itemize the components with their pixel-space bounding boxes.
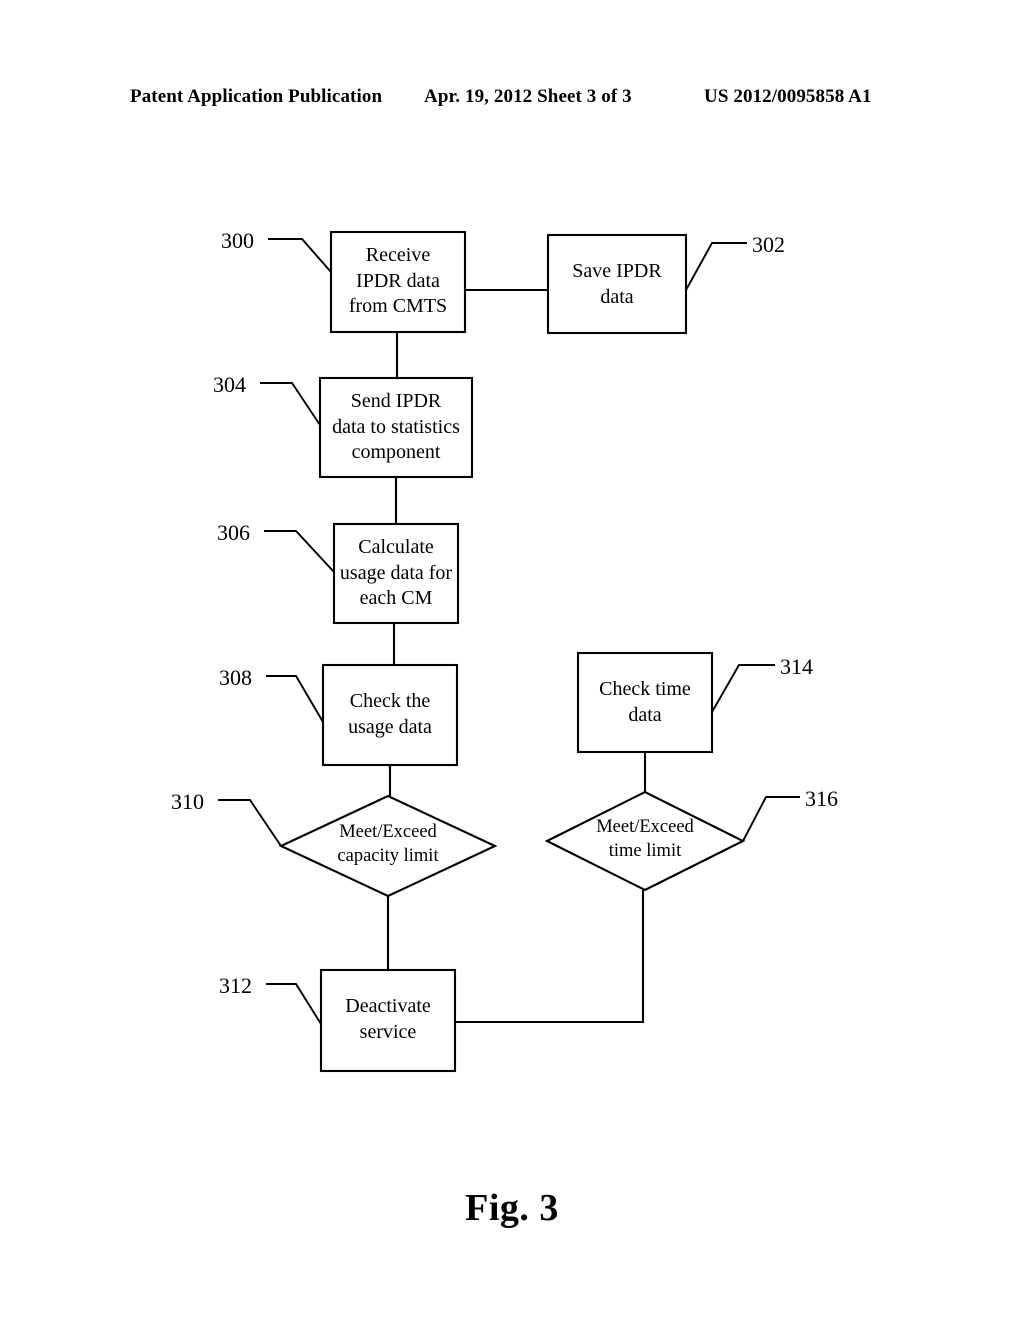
process-box-308: [321, 663, 459, 767]
process-box-302: [546, 233, 688, 335]
figure-caption: Fig. 3: [465, 1187, 559, 1229]
leader-line-312: [266, 983, 322, 1025]
process-box-300: [329, 230, 467, 334]
decision-diamond-310: [278, 794, 498, 898]
reference-numeral-312: 312: [219, 973, 252, 998]
leader-line-304: [260, 382, 321, 426]
leader-line-310: [218, 799, 282, 847]
reference-numeral-310: 310: [171, 789, 204, 814]
reference-numeral-306: 306: [217, 520, 250, 545]
leader-line-306: [264, 530, 335, 573]
leader-line-308: [266, 675, 324, 723]
reference-numeral-300: 300: [221, 228, 254, 253]
reference-numeral-308: 308: [219, 665, 252, 690]
connector-312-to-316: [455, 890, 645, 1024]
decision-diamond-316: [544, 790, 746, 892]
leader-line-300: [268, 238, 332, 273]
leader-line-316: [742, 796, 800, 842]
flowchart-drawing: [218, 230, 800, 1073]
reference-numeral-314: 314: [780, 654, 813, 679]
reference-numeral-304: 304: [213, 372, 246, 397]
process-box-306: [332, 522, 460, 625]
process-box-312: [319, 968, 457, 1073]
leader-line-302: [685, 242, 747, 291]
reference-numeral-302: 302: [752, 232, 785, 257]
leader-line-314: [711, 664, 775, 713]
reference-numeral-316: 316: [805, 786, 838, 811]
process-box-304: [318, 376, 474, 479]
process-box-314: [576, 651, 714, 754]
patent-figure-page: Patent Application Publication Apr. 19, …: [0, 0, 1024, 1320]
